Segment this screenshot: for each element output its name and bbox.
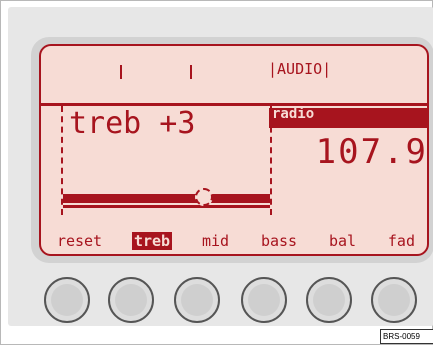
- header-separator: [190, 65, 192, 79]
- function-fad[interactable]: fad: [386, 232, 417, 250]
- softkey-knob-5[interactable]: [306, 277, 352, 323]
- function-bass[interactable]: bass: [259, 232, 299, 250]
- softkey-knob-3[interactable]: [174, 277, 220, 323]
- figure-id-badge: BRS-0059: [380, 329, 433, 344]
- function-treb[interactable]: treb: [131, 232, 173, 250]
- figure-frame: |AUDIO| treb +3 radio 107.9 reset treb mid…: [0, 0, 433, 345]
- softkey-knob-2[interactable]: [108, 277, 154, 323]
- adjust-panel: treb +3: [61, 106, 272, 215]
- function-bar: reset treb mid bass bal fad: [41, 230, 427, 252]
- frequency-readout: 107.9: [315, 132, 428, 172]
- function-reset[interactable]: reset: [55, 232, 104, 250]
- softkey-knob-1[interactable]: [44, 277, 90, 323]
- function-mid[interactable]: mid: [200, 232, 231, 250]
- level-slider-track[interactable]: [63, 194, 270, 203]
- lcd-display: |AUDIO| treb +3 radio 107.9 reset treb mid…: [39, 44, 429, 256]
- treble-value: treb +3: [69, 106, 196, 141]
- softkey-knob-4[interactable]: [241, 277, 287, 323]
- softkey-knob-6[interactable]: [371, 277, 417, 323]
- header-separator: [120, 65, 122, 79]
- level-slider-handle[interactable]: [195, 188, 213, 206]
- function-bal[interactable]: bal: [327, 232, 358, 250]
- audio-mode-label: |AUDIO|: [268, 60, 332, 78]
- level-slider-base: [63, 205, 270, 208]
- radio-divider: [269, 126, 427, 128]
- radio-source-label: radio: [272, 106, 315, 122]
